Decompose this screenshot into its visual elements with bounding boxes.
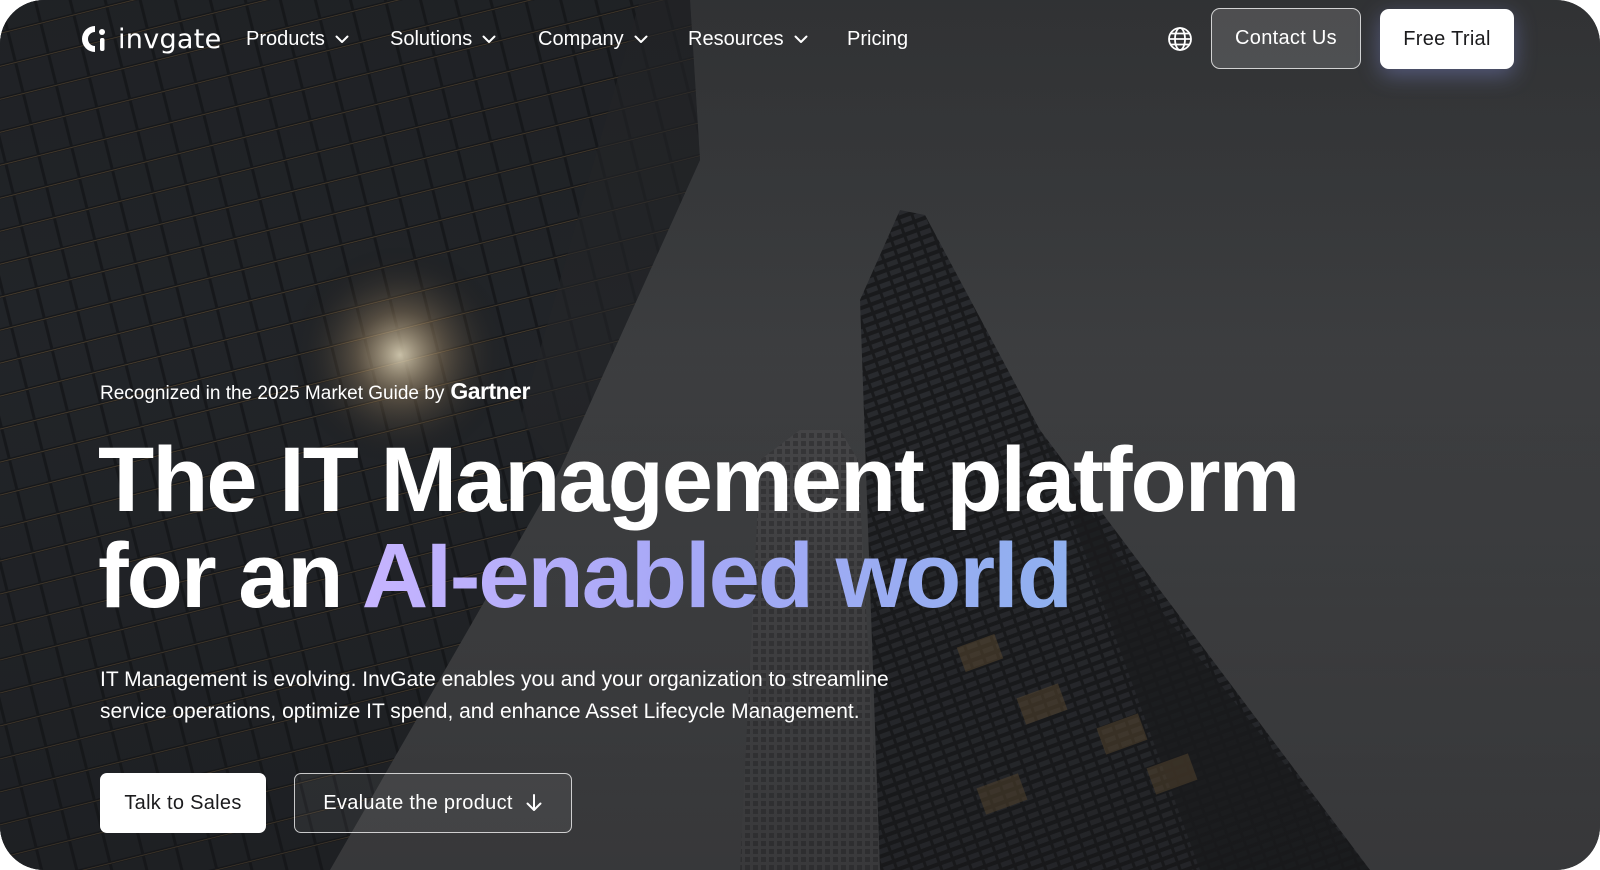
- recognition-text: Recognized in the 2025 Market Guide by: [100, 383, 445, 404]
- invgate-logo-icon: [82, 26, 105, 52]
- globe-icon[interactable]: [1167, 26, 1193, 52]
- nav-item-products[interactable]: Products: [246, 26, 349, 52]
- nav-item-resources[interactable]: Resources: [688, 26, 808, 52]
- chevron-down-icon: [794, 35, 808, 43]
- nav-item-label: Solutions: [390, 27, 473, 50]
- headline-line-2: for an AI-enabled world: [98, 528, 1298, 624]
- arrow-down-icon: [526, 794, 542, 811]
- description-line-1: IT Management is evolving. InvGate enabl…: [100, 668, 889, 691]
- nav-item-label: Resources: [688, 27, 784, 50]
- top-navigation: invgate Products Solutions Company Resou…: [0, 0, 1600, 80]
- nav-item-label: Company: [538, 27, 624, 50]
- chevron-down-icon: [335, 35, 349, 43]
- nav-item-pricing[interactable]: Pricing: [847, 26, 908, 52]
- description-line-2: service operations, optimize IT spend, a…: [100, 700, 860, 723]
- evaluate-product-button[interactable]: Evaluate the product: [294, 773, 572, 833]
- headline-prefix: for an: [98, 525, 344, 627]
- chevron-down-icon: [482, 35, 496, 43]
- headline-highlight: AI-enabled world: [361, 525, 1073, 627]
- nav-item-solutions[interactable]: Solutions: [390, 26, 496, 52]
- hero-headline: The IT Management platform for an AI-ena…: [98, 429, 1300, 624]
- nav-item-company[interactable]: Company: [538, 26, 648, 52]
- evaluate-product-label: Evaluate the product: [323, 791, 513, 814]
- gartner-logo: Gartner: [450, 378, 530, 404]
- talk-to-sales-button[interactable]: Talk to Sales: [100, 773, 266, 833]
- nav-item-label: Pricing: [847, 27, 909, 50]
- nav-item-label: Products: [246, 27, 325, 50]
- recognition-line: Recognized in the 2025 Market Guide by G…: [100, 378, 530, 405]
- hero-description: IT Management is evolving. InvGate enabl…: [100, 664, 1000, 728]
- invgate-logo[interactable]: invgate: [80, 20, 222, 58]
- headline-line-1: The IT Management platform: [98, 429, 1300, 531]
- hero-section: invgate Products Solutions Company Resou…: [0, 0, 1600, 870]
- brand-name: invgate: [118, 23, 222, 55]
- free-trial-button[interactable]: Free Trial: [1380, 9, 1514, 69]
- chevron-down-icon: [634, 35, 648, 43]
- contact-us-button[interactable]: Contact Us: [1211, 8, 1361, 69]
